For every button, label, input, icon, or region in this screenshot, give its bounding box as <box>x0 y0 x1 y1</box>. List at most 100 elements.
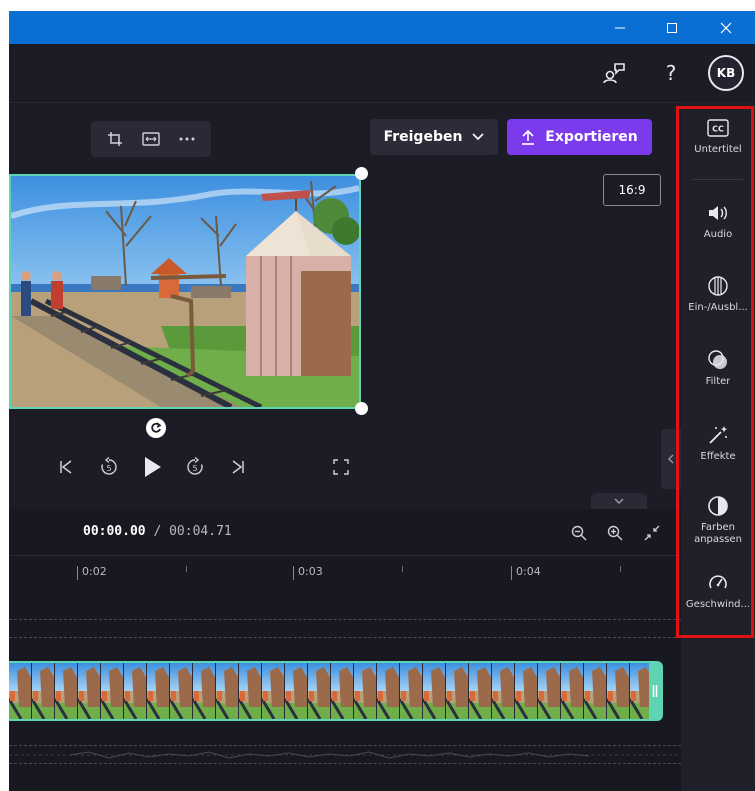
ruler-label: 0:04 <box>516 565 541 578</box>
sidebar-item-label: Geschwind... <box>685 599 751 610</box>
forward-5s-button[interactable]: 5 <box>180 452 210 482</box>
maximize-icon <box>667 22 677 33</box>
header-divider <box>9 102 681 103</box>
speaker-icon <box>709 206 727 220</box>
help-icon: ? <box>665 61 677 85</box>
sidebar-item-label: Ein-/Ausbl... <box>688 302 748 313</box>
sidebar-item-label: Untertitel <box>694 144 742 155</box>
ruler-tick-minor <box>402 566 403 572</box>
sidebar-item-fade[interactable]: Ein-/Ausbl... <box>681 273 755 314</box>
chevron-left-icon <box>668 454 674 464</box>
resize-handle-top-right[interactable] <box>355 167 368 180</box>
ruler-tick <box>77 566 78 580</box>
video-frame-image <box>11 176 359 407</box>
upload-icon <box>522 129 535 145</box>
export-button[interactable]: Exportieren <box>507 119 652 155</box>
fit-frame-icon <box>142 132 160 146</box>
chevron-down-icon <box>472 133 485 141</box>
export-label: Exportieren <box>545 129 638 145</box>
skip-back-icon <box>60 460 72 474</box>
zoom-out-icon <box>571 525 587 541</box>
ruler-tick <box>293 566 294 580</box>
timeline-ruler[interactable]: 0:02 0:03 0:04 <box>9 555 681 585</box>
zoom-in-button[interactable] <box>601 519 629 547</box>
track-divider <box>9 763 681 764</box>
rewind-5s-button[interactable]: 5 <box>94 452 124 482</box>
rewind-5-icon: 5 <box>101 457 117 475</box>
crop-button[interactable] <box>102 126 128 152</box>
feedback-button[interactable] <box>599 58 629 88</box>
avatar-initials: KB <box>716 66 736 80</box>
ruler-tick-minor <box>620 566 621 572</box>
share-button[interactable]: Freigeben <box>370 119 498 155</box>
ruler-tick-minor <box>186 566 187 572</box>
fullscreen-button[interactable] <box>326 452 356 482</box>
rotate-handle[interactable] <box>146 418 166 438</box>
skip-to-end-button[interactable] <box>223 452 253 482</box>
audio-waveform <box>9 751 681 759</box>
track-divider <box>9 637 681 638</box>
fit-timeline-button[interactable] <box>638 519 666 547</box>
collapse-arrows-icon <box>644 525 660 541</box>
minimize-button[interactable] <box>597 11 643 44</box>
sidebar-item-captions[interactable]: CC Untertitel <box>681 115 755 156</box>
aspect-ratio-label: 16:9 <box>618 183 646 197</box>
svg-text:CC: CC <box>712 125 724 134</box>
ruler-label: 0:02 <box>82 565 107 578</box>
ruler-tick <box>511 566 512 580</box>
total-time: 00:04.71 <box>169 524 232 539</box>
minimize-icon <box>615 27 625 28</box>
sidebar-item-label: Farben anpassen <box>694 522 742 545</box>
track-divider <box>9 745 681 746</box>
aspect-ratio-button[interactable]: 16:9 <box>603 174 661 206</box>
svg-text:5: 5 <box>106 464 111 473</box>
expand-timeline-button[interactable] <box>591 493 647 509</box>
sidebar-item-filter[interactable]: Filter <box>681 347 755 388</box>
zoom-out-button[interactable] <box>565 519 593 547</box>
timeline: 00:00.00 / 00:04.71 0:02 0:03 0:04 <box>9 509 681 791</box>
fit-button[interactable] <box>138 126 164 152</box>
filter-icon <box>708 350 727 369</box>
fullscreen-icon <box>333 459 349 475</box>
share-label: Freigeben <box>383 129 463 145</box>
fade-icon <box>708 276 728 296</box>
resize-handle-bottom-right[interactable] <box>355 402 368 415</box>
rotate-icon <box>151 422 162 433</box>
contrast-icon <box>708 496 728 516</box>
more-options-button[interactable] <box>174 126 200 152</box>
video-editor-window: ? KB Freigeben Exportieren 16:9 5 5 00:0… <box>9 11 755 791</box>
time-separator: / <box>145 524 170 539</box>
collapse-panel-button[interactable] <box>661 429 681 489</box>
drag-handle-icon <box>652 685 658 697</box>
clip-thumbnails <box>9 663 651 719</box>
clip-trim-handle[interactable] <box>649 663 661 719</box>
avatar[interactable]: KB <box>708 55 744 91</box>
sidebar-item-audio[interactable]: Audio <box>681 200 755 241</box>
svg-text:5: 5 <box>192 464 197 473</box>
sidebar-item-effects[interactable]: Effekte <box>681 422 755 463</box>
speedometer-icon <box>709 575 727 589</box>
sidebar-item-speed[interactable]: Geschwind... <box>681 570 755 611</box>
close-icon <box>720 22 732 33</box>
people-chat-icon <box>603 63 625 84</box>
play-icon <box>145 457 161 477</box>
track-divider <box>9 619 681 620</box>
close-button[interactable] <box>703 11 749 44</box>
preview-toolbar <box>91 121 211 157</box>
app-header: ? KB <box>9 44 755 102</box>
play-button[interactable] <box>137 452 167 482</box>
sidebar-item-label: Effekte <box>700 451 736 462</box>
skip-to-start-button[interactable] <box>51 452 81 482</box>
crop-icon <box>108 132 122 146</box>
maximize-button[interactable] <box>649 11 695 44</box>
time-display: 00:00.00 / 00:04.71 <box>83 524 232 539</box>
skip-forward-icon <box>232 460 244 474</box>
magic-wand-icon <box>709 426 728 444</box>
sidebar-item-label: Filter <box>705 376 731 387</box>
help-button[interactable]: ? <box>656 58 686 88</box>
cc-icon: CC <box>707 119 729 137</box>
sidebar-item-color-adjust[interactable]: Farben anpassen <box>681 493 755 546</box>
video-clip[interactable] <box>9 661 663 721</box>
video-preview[interactable] <box>9 174 361 409</box>
ruler-label: 0:03 <box>298 565 323 578</box>
